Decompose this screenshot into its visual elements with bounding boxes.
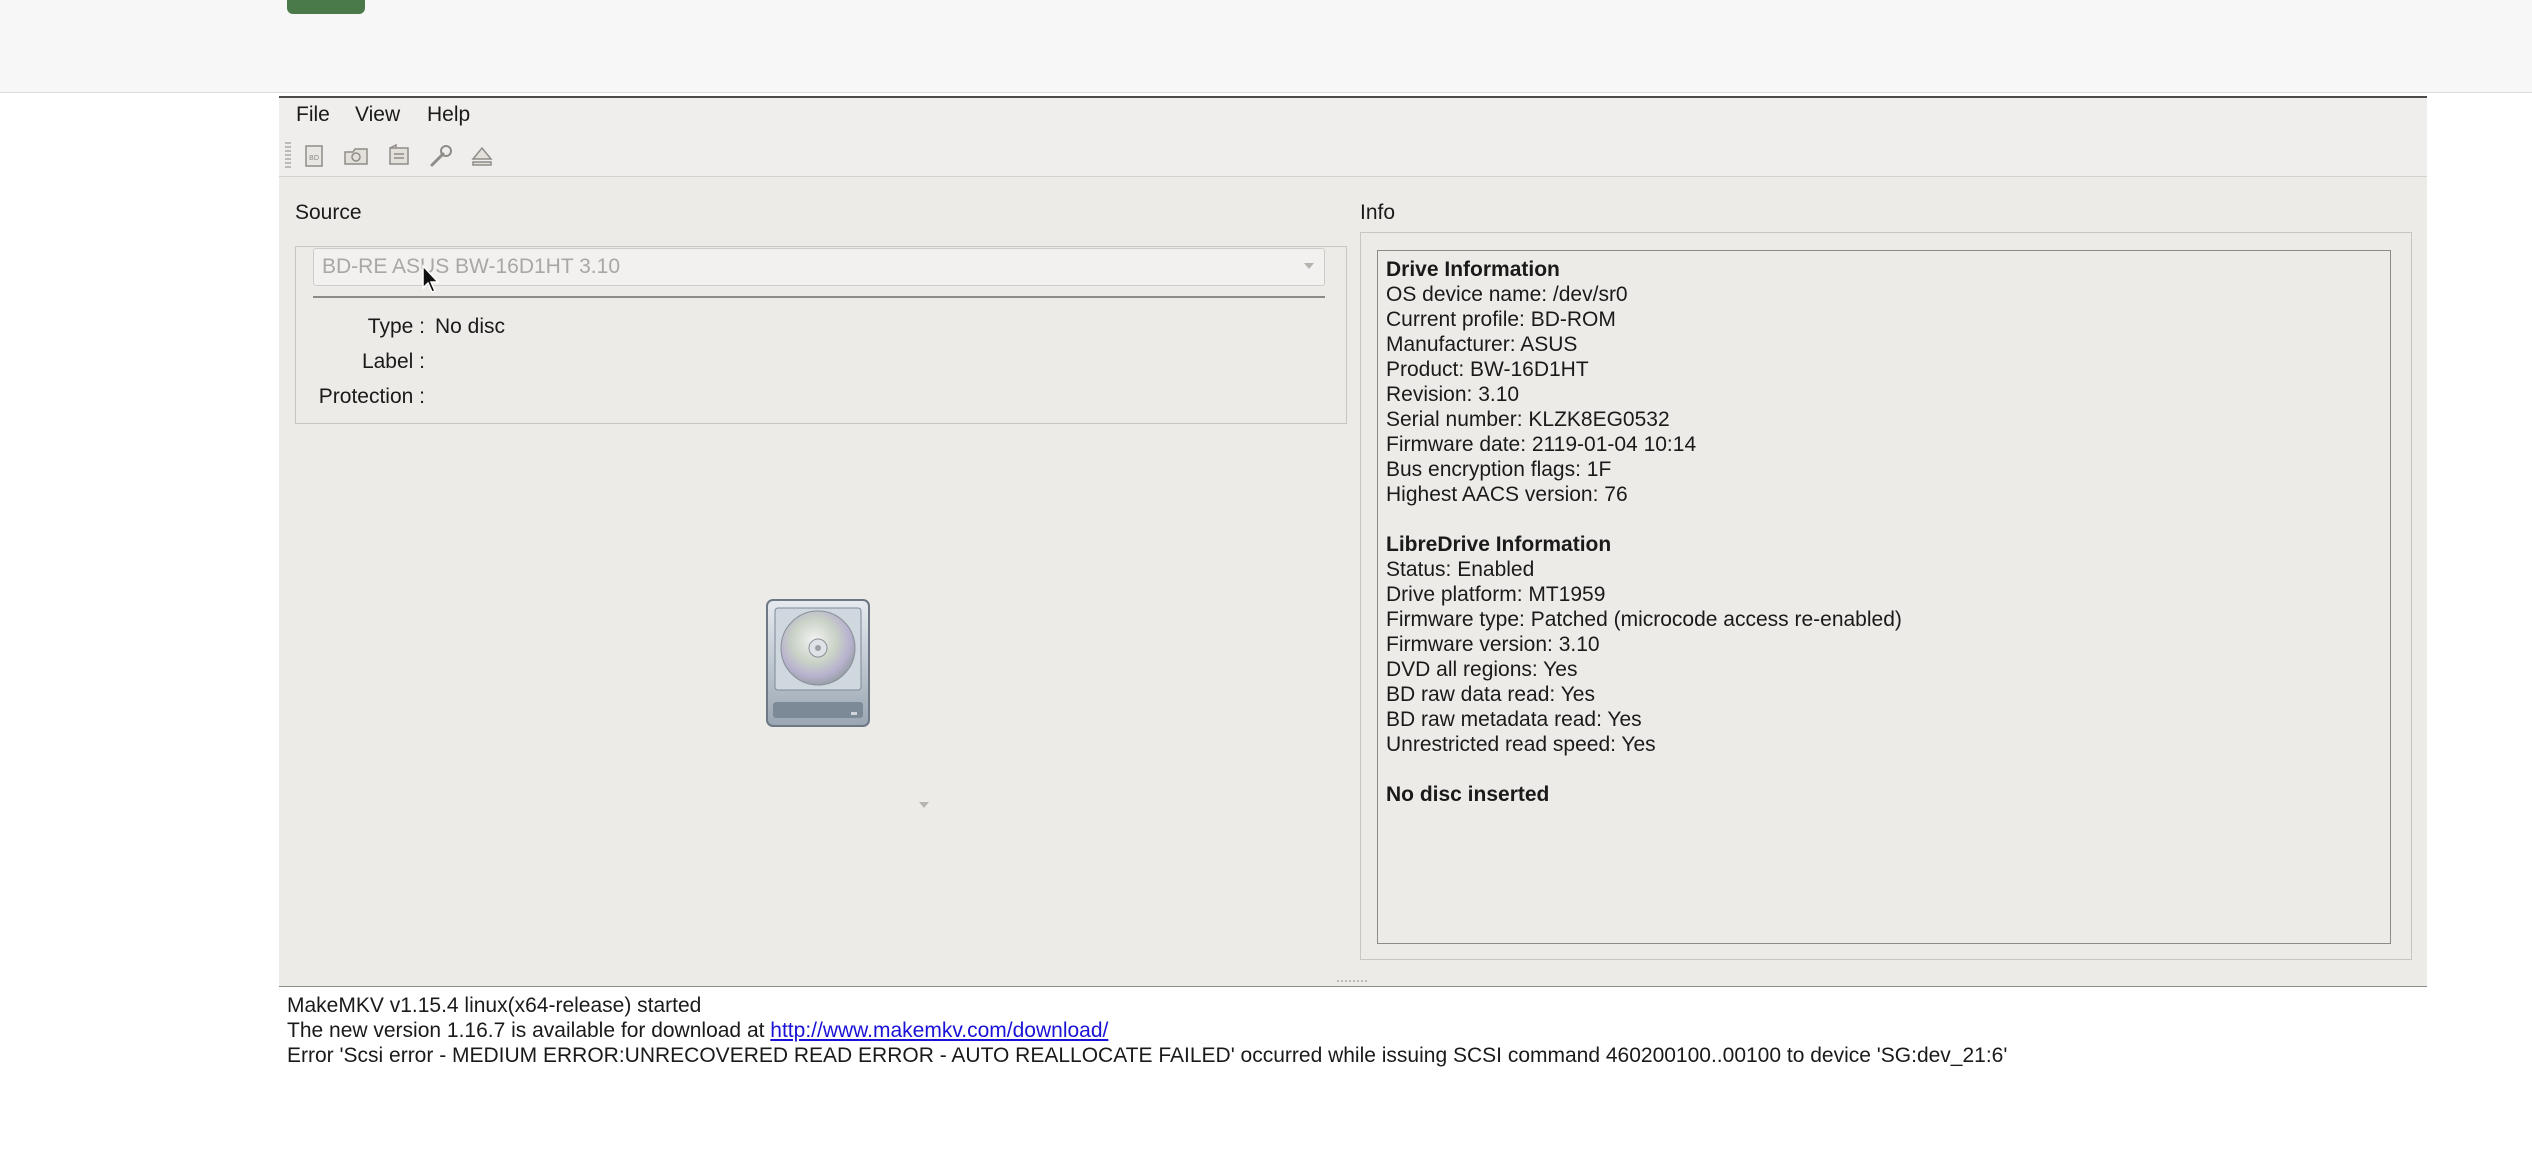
download-link[interactable]: http://www.makemkv.com/download/ xyxy=(770,1019,1108,1042)
source-panel-label: Source xyxy=(295,201,362,224)
libredrive-info-line: Status: Enabled xyxy=(1386,558,1535,581)
menu-file-label: File xyxy=(296,103,330,126)
menu-view-label: View xyxy=(355,103,401,126)
preferences-icon[interactable] xyxy=(426,142,456,170)
pane-splitter[interactable] xyxy=(279,976,2427,986)
log-line: MakeMKV v1.15.4 linux(x64-release) start… xyxy=(287,994,702,1017)
protection-label: Protection : xyxy=(318,385,425,408)
info-panel-label: Info xyxy=(1360,201,1396,224)
libredrive-info-line: Unrestricted read speed: Yes xyxy=(1386,733,1656,756)
drive-info-line: Product: BW-16D1HT xyxy=(1386,358,1589,381)
drive-info-line: OS device name: /dev/sr0 xyxy=(1386,283,1628,306)
drive-info-line: Firmware date: 2119-01-04 10:14 xyxy=(1386,433,1697,456)
drive-info-line: Current profile: BD-ROM xyxy=(1386,308,1616,331)
libredrive-info-line: BD raw metadata read: Yes xyxy=(1386,708,1642,731)
libredrive-info-line: Drive platform: MT1959 xyxy=(1386,583,1606,606)
libredrive-info-heading: LibreDrive Information xyxy=(1386,533,1612,556)
info-text-area[interactable]: Drive Information OS device name: /dev/s… xyxy=(1377,250,2391,944)
top-green-button[interactable] xyxy=(287,0,365,14)
toolbar-grip[interactable] xyxy=(285,142,291,168)
mouse-pointer-icon xyxy=(421,264,441,294)
svg-text:BD: BD xyxy=(309,154,319,162)
libredrive-info-line: Firmware version: 3.10 xyxy=(1386,633,1600,656)
open-files-icon[interactable]: BD xyxy=(299,142,329,170)
log-line-text: The new version 1.16.7 is available for … xyxy=(287,1019,771,1042)
backup-icon[interactable] xyxy=(384,142,414,170)
source-drive-select[interactable]: BD-RE ASUS BW-16D1HT 3.10 xyxy=(313,248,1325,286)
disc-status: No disc inserted xyxy=(1386,783,1550,806)
libredrive-info-line: BD raw data read: Yes xyxy=(1386,683,1595,706)
drive-chevron-down-icon[interactable] xyxy=(919,802,929,808)
libredrive-info-line: DVD all regions: Yes xyxy=(1386,658,1578,681)
drive-info-line: Bus encryption flags: 1F xyxy=(1386,458,1612,481)
menu-view[interactable]: View xyxy=(355,102,400,128)
drive-info-line: Revision: 3.10 xyxy=(1386,383,1520,406)
log-error-line: Error 'Scsi error - MEDIUM ERROR:UNRECOV… xyxy=(287,1044,2008,1067)
splitter-grip xyxy=(1337,980,1367,982)
makemkv-window: File View Help BD Source BD-RE ASUS BW-1… xyxy=(279,96,2427,1172)
source-drive-value: BD-RE ASUS BW-16D1HT 3.10 xyxy=(322,255,620,278)
libredrive-info-line: Firmware type: Patched (microcode access… xyxy=(1386,608,1902,631)
menu-help[interactable]: Help xyxy=(427,102,470,128)
menu-file[interactable]: File xyxy=(296,102,330,128)
menu-help-label: Help xyxy=(427,103,471,126)
drive-info-heading: Drive Information xyxy=(1386,258,1560,281)
chevron-down-icon xyxy=(1304,263,1314,269)
source-separator xyxy=(313,296,1325,298)
type-label: Type : xyxy=(367,315,425,338)
type-value: No disc xyxy=(435,315,506,338)
drive-info-line: Serial number: KLZK8EG0532 xyxy=(1386,408,1670,431)
log-line: The new version 1.16.7 is available for … xyxy=(287,1018,2419,1043)
log-output[interactable]: MakeMKV v1.15.4 linux(x64-release) start… xyxy=(279,986,2427,1172)
browser-top-bar xyxy=(0,0,2532,93)
menu-bar: File View Help xyxy=(279,98,2427,134)
optical-drive-icon[interactable] xyxy=(765,598,871,728)
drive-info-line: Manufacturer: ASUS xyxy=(1386,333,1578,356)
open-disc-icon[interactable] xyxy=(341,142,371,170)
label-label: Label : xyxy=(361,350,425,373)
toolbar: BD xyxy=(279,134,2427,177)
drive-info-line: Highest AACS version: 76 xyxy=(1386,483,1628,506)
eject-icon[interactable] xyxy=(467,142,497,170)
